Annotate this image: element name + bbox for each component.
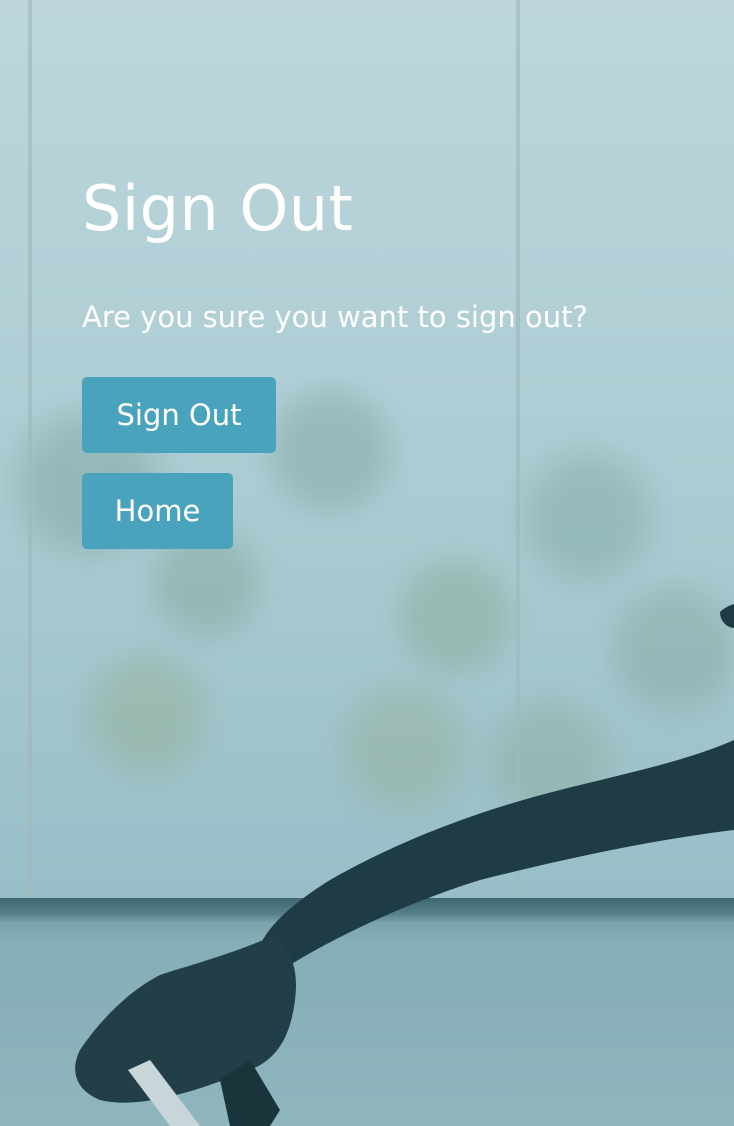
home-button[interactable]: Home — [82, 473, 233, 549]
page-title: Sign Out — [82, 172, 354, 245]
background-image — [0, 0, 734, 1126]
sign-out-button[interactable]: Sign Out — [82, 377, 276, 453]
confirmation-message: Are you sure you want to sign out? — [82, 300, 588, 334]
exercising-person-silhouette — [75, 604, 734, 1126]
